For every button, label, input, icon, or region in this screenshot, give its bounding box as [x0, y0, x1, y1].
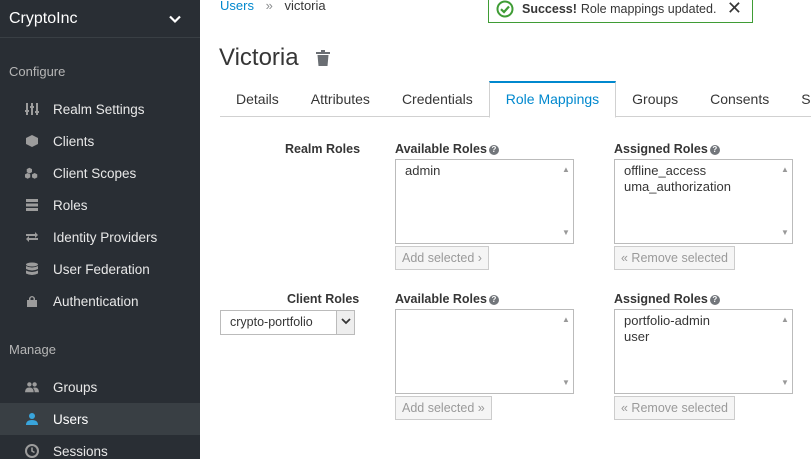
sidebar-item-label: Realm Settings — [53, 101, 145, 117]
realm-add-selected-button[interactable]: Add selected › — [395, 246, 489, 270]
breadcrumb-separator: » — [265, 0, 273, 13]
client-available-roles-list[interactable]: ▲ ▼ — [395, 309, 574, 394]
success-alert: Success! Role mappings updated. ✕ — [488, 0, 753, 23]
cubes-icon — [25, 166, 39, 180]
client-available-roles-text: Available Roles — [395, 292, 487, 306]
scroll-up-icon[interactable]: ▲ — [562, 162, 570, 178]
user-icon — [25, 412, 39, 426]
sidebar-item-user-federation[interactable]: User Federation — [0, 253, 200, 285]
realm-available-roles-list[interactable]: admin ▲ ▼ — [395, 159, 574, 244]
scroll-up-icon[interactable]: ▲ — [562, 312, 570, 328]
sidebar-item-label: Roles — [53, 197, 88, 213]
chevron-down-icon — [336, 311, 354, 334]
sidebar: CryptoInc Configure Realm Settings Clien… — [0, 0, 200, 459]
scrollbar[interactable]: ▲ ▼ — [559, 160, 573, 243]
sidebar-item-label: Clients — [53, 133, 95, 149]
sidebar-item-authentication[interactable]: Authentication — [0, 285, 200, 317]
help-icon[interactable]: ? — [709, 144, 720, 155]
sidebar-item-identity-providers[interactable]: Identity Providers — [0, 221, 200, 253]
realm-available-roles-label: Available Roles? — [395, 142, 499, 156]
sidebar-item-label: Sessions — [53, 443, 108, 459]
list-item[interactable]: portfolio-admin — [624, 313, 783, 329]
sidebar-item-groups[interactable]: Groups — [0, 371, 200, 403]
realm-available-roles-text: Available Roles — [395, 142, 487, 156]
client-assigned-roles-text: Assigned Roles — [614, 292, 708, 306]
list-item[interactable]: user — [624, 329, 783, 345]
sidebar-item-roles[interactable]: Roles — [0, 189, 200, 221]
scroll-down-icon[interactable]: ▼ — [781, 375, 789, 391]
client-assigned-roles-list[interactable]: portfolio-admin user ▲ ▼ — [614, 309, 793, 394]
tab-sessions-partial[interactable]: S — [785, 81, 811, 116]
client-available-roles-label: Available Roles? — [395, 292, 499, 306]
sidebar-item-label: User Federation — [53, 261, 150, 277]
tab-consents[interactable]: Consents — [694, 81, 785, 116]
scrollbar[interactable]: ▲ ▼ — [778, 160, 792, 243]
clock-icon — [25, 444, 39, 458]
scroll-down-icon[interactable]: ▼ — [562, 225, 570, 241]
client-select-value: crypto-portfolio — [230, 315, 313, 329]
trash-icon[interactable] — [316, 50, 330, 69]
client-roles-label: Client Roles — [287, 292, 360, 306]
tab-groups[interactable]: Groups — [616, 81, 694, 116]
chevron-down-icon — [168, 12, 182, 26]
sidebar-item-label: Groups — [53, 379, 98, 395]
sidebar-item-client-scopes[interactable]: Client Scopes — [0, 157, 200, 189]
list-item[interactable]: admin — [405, 163, 564, 179]
realm-assigned-roles-text: Assigned Roles — [614, 142, 708, 156]
sidebar-item-label: Authentication — [53, 293, 139, 309]
help-icon[interactable]: ? — [709, 294, 720, 305]
sidebar-item-label: Client Scopes — [53, 165, 137, 181]
client-select[interactable]: crypto-portfolio — [220, 310, 355, 335]
client-remove-selected-button[interactable]: « Remove selected — [614, 396, 736, 420]
exchange-icon — [25, 230, 39, 244]
sidebar-item-label: Users — [53, 411, 89, 427]
list-item[interactable]: offline_access — [624, 163, 783, 179]
scroll-down-icon[interactable]: ▼ — [562, 375, 570, 391]
scroll-up-icon[interactable]: ▲ — [781, 162, 789, 178]
breadcrumb: Users » victoria — [220, 0, 326, 13]
nav-section-manage: Manage — [9, 342, 56, 357]
client-add-selected-button[interactable]: Add selected » — [395, 396, 492, 420]
nav-section-configure: Configure — [9, 64, 66, 79]
close-icon[interactable]: ✕ — [727, 0, 742, 19]
list-item[interactable]: uma_authorization — [624, 179, 783, 195]
page-title: Victoria — [219, 44, 299, 71]
scrollbar[interactable]: ▲ ▼ — [559, 310, 573, 393]
tab-details[interactable]: Details — [220, 81, 295, 116]
cube-icon — [25, 134, 39, 148]
sidebar-item-users[interactable]: Users — [0, 403, 200, 435]
breadcrumb-current: victoria — [284, 0, 326, 13]
realm-selector[interactable]: CryptoInc — [0, 0, 200, 38]
scroll-down-icon[interactable]: ▼ — [781, 225, 789, 241]
database-icon — [25, 262, 39, 276]
help-icon[interactable]: ? — [488, 144, 499, 155]
sidebar-item-label: Identity Providers — [53, 229, 158, 245]
realm-remove-selected-button[interactable]: « Remove selected — [614, 246, 736, 270]
tab-credentials[interactable]: Credentials — [386, 81, 489, 116]
realm-assigned-roles-label: Assigned Roles? — [614, 142, 720, 156]
tab-attributes[interactable]: Attributes — [295, 81, 386, 116]
client-assigned-roles-label: Assigned Roles? — [614, 292, 720, 306]
sidebar-item-clients[interactable]: Clients — [0, 125, 200, 157]
scroll-up-icon[interactable]: ▲ — [781, 312, 789, 328]
scrollbar[interactable]: ▲ ▼ — [778, 310, 792, 393]
sliders-icon — [25, 102, 39, 116]
tab-role-mappings[interactable]: Role Mappings — [488, 81, 617, 118]
list-icon — [25, 198, 39, 212]
check-circle-icon — [496, 0, 514, 18]
breadcrumb-users-link[interactable]: Users — [220, 0, 254, 13]
alert-message: Role mappings updated. — [580, 1, 717, 16]
sidebar-item-sessions[interactable]: Sessions — [0, 435, 200, 459]
realm-assigned-roles-list[interactable]: offline_access uma_authorization ▲ ▼ — [614, 159, 793, 244]
main-content: Users » victoria Success! Role mappings … — [200, 0, 811, 459]
sidebar-item-realm-settings[interactable]: Realm Settings — [0, 93, 200, 125]
realm-name: CryptoInc — [9, 9, 78, 27]
users-icon — [25, 380, 39, 394]
tab-bar: Details Attributes Credentials Role Mapp… — [220, 81, 811, 118]
lock-icon — [25, 294, 39, 308]
realm-roles-label: Realm Roles — [285, 142, 361, 156]
alert-title: Success! — [522, 1, 577, 16]
help-icon[interactable]: ? — [488, 294, 499, 305]
